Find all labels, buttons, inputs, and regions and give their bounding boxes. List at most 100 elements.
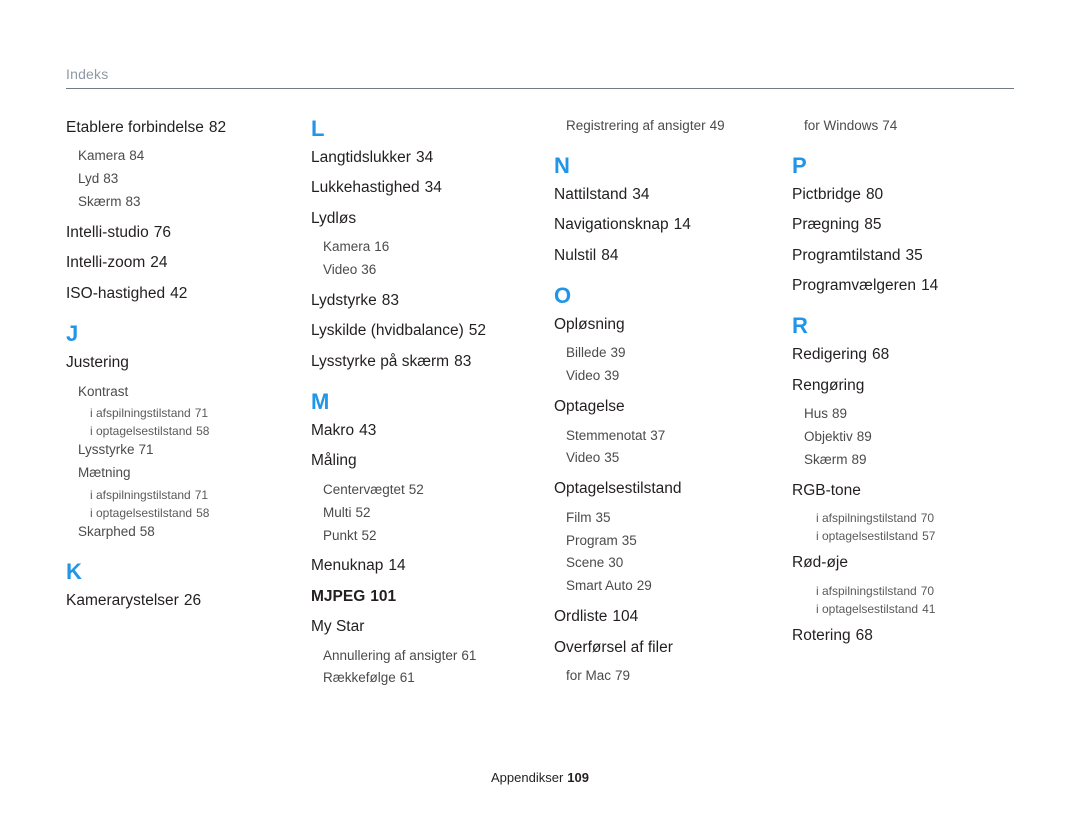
index-entry-label: Hus xyxy=(804,406,829,422)
index-entry[interactable]: Intelli-studio 76 xyxy=(66,223,301,242)
index-column-4: for Windows 74 P Pictbridge 80 Prægning 85 Prog… xyxy=(792,118,1014,693)
index-entry[interactable]: i optagelsestilstand 58 xyxy=(90,506,301,521)
page-header: Indeks xyxy=(66,66,1014,89)
index-entry-label: Overførsel af filer xyxy=(554,638,673,656)
index-entry[interactable]: Mætning xyxy=(78,465,301,482)
index-entry[interactable]: Intelli-zoom 24 xyxy=(66,253,301,272)
index-entry-page: 34 xyxy=(424,179,442,197)
index-letter-heading: J xyxy=(66,321,79,347)
index-entry[interactable]: Punkt 52 xyxy=(323,528,544,545)
index-entry[interactable]: Objektiv 89 xyxy=(804,429,1004,446)
index-entry[interactable]: Film 35 xyxy=(566,510,782,527)
index-entry-label: Kamerarystelser xyxy=(66,592,179,609)
index-column-3: Registrering af ansigter 49 N Nattilstand 34… xyxy=(554,118,792,693)
index-entry-label: Ordliste xyxy=(554,608,608,626)
index-entry[interactable]: Menuknap 14 xyxy=(311,556,544,575)
index-entry[interactable]: My Star xyxy=(311,617,544,636)
index-entry-page: 68 xyxy=(855,626,873,644)
index-entry[interactable]: Lysstyrke 71 xyxy=(78,442,301,459)
index-entry[interactable]: Rækkefølge 61 xyxy=(323,670,544,687)
index-entry[interactable]: i afspilningstilstand 70 xyxy=(816,584,1004,599)
index-entry-page: 35 xyxy=(621,532,637,548)
index-entry[interactable]: Måling xyxy=(311,451,544,470)
index-entry[interactable]: Lydløs xyxy=(311,209,544,228)
index-entry[interactable]: Skarphed 58 xyxy=(78,524,301,541)
index-entry[interactable]: Lyskilde (hvidbalance) 52 xyxy=(311,321,544,340)
index-entry-label: Multi xyxy=(323,504,352,520)
index-entry[interactable]: Scene 30 xyxy=(566,555,782,572)
index-entry[interactable]: for Windows 74 xyxy=(804,118,1004,135)
index-entry[interactable]: Skærm 89 xyxy=(804,452,1004,469)
index-entry[interactable]: Multi 52 xyxy=(323,505,544,522)
index-entry-label: My Star xyxy=(311,618,365,636)
index-entry[interactable]: Prægning 85 xyxy=(792,215,1004,234)
index-entry-page: 89 xyxy=(851,451,867,467)
index-entry-page: 16 xyxy=(374,239,390,255)
index-entry[interactable]: for Mac 79 xyxy=(566,668,782,685)
index-entry[interactable]: i afspilningstilstand 70 xyxy=(816,511,1004,526)
index-entry-label: Intelli-zoom xyxy=(66,254,146,272)
index-entry-page: 30 xyxy=(608,555,624,571)
index-entry[interactable]: Annullering af ansigter 61 xyxy=(323,648,544,665)
index-entry[interactable]: Kamera 84 xyxy=(78,148,301,165)
index-entry[interactable]: Redigering 68 xyxy=(792,345,1004,364)
index-entry[interactable]: i optagelsestilstand 58 xyxy=(90,424,301,439)
index-entry-page: 14 xyxy=(673,216,691,234)
index-entry[interactable]: Centervægtet 52 xyxy=(323,482,544,499)
index-entry[interactable]: i optagelsestilstand 57 xyxy=(816,529,1004,544)
index-entry[interactable]: Rød-øje xyxy=(792,553,1004,572)
index-entry[interactable]: Ordliste 104 xyxy=(554,607,782,626)
index-entry[interactable]: ISO-hastighed 42 xyxy=(66,284,301,303)
index-entry[interactable]: Video 39 xyxy=(566,368,782,385)
index-entry-label: Pictbridge xyxy=(792,185,861,203)
index-entry[interactable]: Registrering af ansigter 49 xyxy=(566,118,782,135)
index-entry[interactable]: Hus 89 xyxy=(804,406,1004,423)
index-entry[interactable]: i optagelsestilstand 41 xyxy=(816,602,1004,617)
index-entry[interactable]: Kamerarystelser 26 xyxy=(66,591,301,610)
index-entry[interactable]: Program 35 xyxy=(566,533,782,550)
index-entry-label: Video xyxy=(566,368,601,384)
index-entry[interactable]: Kamera 16 xyxy=(323,239,544,256)
index-entry[interactable]: Lukkehastighed 34 xyxy=(311,178,544,197)
index-entry[interactable]: i afspilningstilstand 71 xyxy=(90,406,301,421)
index-entry[interactable]: Skærm 83 xyxy=(78,194,301,211)
index-entry[interactable]: Navigationsknap 14 xyxy=(554,215,782,234)
index-entry[interactable]: Pictbridge 80 xyxy=(792,185,1004,204)
index-entry[interactable]: Lyd 83 xyxy=(78,171,301,188)
index-entry[interactable]: Programtilstand 35 xyxy=(792,246,1004,265)
index-entry[interactable]: Video 36 xyxy=(323,262,544,279)
index-entry-page: 61 xyxy=(399,670,415,686)
index-entry[interactable]: Programvælgeren 14 xyxy=(792,276,1004,295)
index-entry[interactable]: Nattilstand 34 xyxy=(554,185,782,204)
index-entry[interactable]: Smart Auto 29 xyxy=(566,578,782,595)
index-entry-page: 104 xyxy=(612,608,639,626)
index-entry-label: for Mac xyxy=(566,667,612,683)
index-entry[interactable]: Nulstil 84 xyxy=(554,246,782,265)
index-entry[interactable]: Rengøring xyxy=(792,376,1004,395)
index-entry[interactable]: Lysstyrke på skærm 83 xyxy=(311,352,544,371)
index-entry[interactable]: Overførsel af filer xyxy=(554,638,782,657)
index-entry[interactable]: Optagelse xyxy=(554,397,782,416)
index-entry[interactable]: Rotering 68 xyxy=(792,626,1004,645)
index-entry[interactable]: Etablere forbindelse 82 xyxy=(66,118,301,137)
index-entry-page: 84 xyxy=(601,246,619,264)
index-entry[interactable]: Lydstyrke 83 xyxy=(311,291,544,310)
index-entry[interactable]: RGB-tone xyxy=(792,481,1004,500)
index-entry[interactable]: Stemmenotat 37 xyxy=(566,428,782,445)
index-letter-heading: M xyxy=(311,389,330,414)
index-entry-page: 89 xyxy=(832,406,848,422)
index-entry[interactable]: Justering xyxy=(66,353,301,372)
index-entry[interactable]: Billede 39 xyxy=(566,345,782,362)
index-entry[interactable]: Langtidslukker 34 xyxy=(311,148,544,167)
index-entry-label: Lysstyrke på skærm xyxy=(311,352,450,370)
index-entry-page: 58 xyxy=(196,506,210,521)
index-entry[interactable]: Makro 43 xyxy=(311,421,544,440)
index-entry-page: 76 xyxy=(153,224,171,241)
index-entry[interactable]: Kontrast xyxy=(78,384,301,401)
index-entry[interactable]: Video 35 xyxy=(566,450,782,467)
index-entry[interactable]: Opløsning xyxy=(554,315,782,334)
index-entry[interactable]: i afspilningstilstand 71 xyxy=(90,488,301,503)
index-entry[interactable]: MJPEG 101 xyxy=(311,587,544,606)
index-entry-page: 71 xyxy=(194,488,209,503)
index-entry[interactable]: Optagelsestilstand xyxy=(554,479,782,498)
